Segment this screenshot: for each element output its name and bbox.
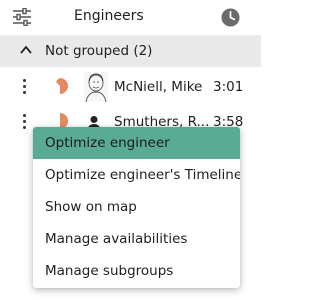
menu-item-show-on-map[interactable]: Show on map	[33, 191, 240, 223]
panel-header: Engineers	[0, 0, 261, 35]
avatar	[84, 72, 108, 102]
menu-item-optimize-engineer[interactable]: Optimize engineer	[33, 127, 240, 159]
more-options-icon[interactable]	[20, 79, 28, 97]
menu-item-manage-availabilities[interactable]: Manage availabilities	[33, 223, 240, 255]
group-header-not-grouped[interactable]: Not grouped (2)	[0, 35, 261, 67]
more-options-icon[interactable]	[20, 114, 28, 132]
menu-item-manage-subgroups[interactable]: Manage subgroups	[33, 255, 240, 287]
clock-icon[interactable]	[221, 8, 240, 27]
workload-pie-icon	[56, 78, 68, 94]
engineer-name: McNiell, Mike	[114, 79, 203, 95]
group-label: Not grouped (2)	[45, 43, 153, 59]
menu-item-optimize-timeline[interactable]: Optimize engineer's Timeline	[33, 159, 240, 191]
engineer-row[interactable]: McNiell, Mike 3:01	[0, 70, 261, 105]
filter-sliders-icon[interactable]	[12, 8, 32, 26]
context-menu: Optimize engineer Optimize engineer's Ti…	[33, 127, 240, 288]
chevron-up-icon[interactable]	[20, 45, 32, 55]
engineer-time: 3:01	[213, 79, 244, 95]
panel-title: Engineers	[74, 8, 144, 24]
